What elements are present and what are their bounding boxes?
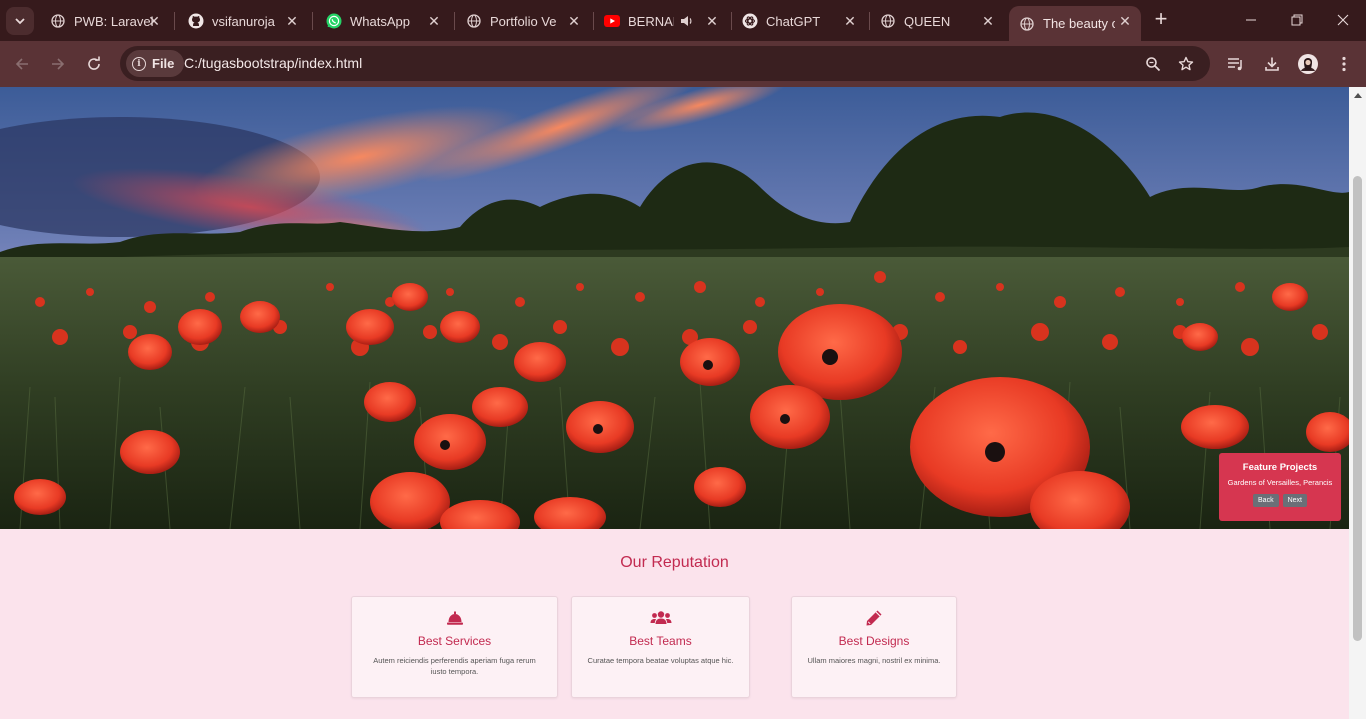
poppy-field-photo (0, 87, 1349, 529)
url-text[interactable]: C:/tugasbootstrap/index.html (184, 55, 362, 71)
feature-buttons: Back Next (1219, 494, 1341, 507)
card-text: Ullam maiores magni, nostril ex minima. (807, 656, 941, 665)
card-title: Best Designs (838, 634, 910, 648)
tab-pwb-laravel[interactable]: PWB: Laravel ✕ (40, 6, 170, 36)
tab-chatgpt[interactable]: ChatGPT ✕ (732, 6, 866, 36)
bookmark-star-icon[interactable] (1176, 54, 1196, 74)
card-best-teams: Best Teams Curatae tempora beatae volupt… (571, 596, 750, 698)
feature-title: Feature Projects (1242, 462, 1318, 473)
card-title: Best Teams (629, 634, 692, 648)
tab-title: QUEEN (904, 13, 951, 29)
page-scrollbar[interactable] (1349, 87, 1366, 719)
close-icon[interactable]: ✕ (284, 13, 300, 29)
globe-icon (50, 13, 66, 29)
address-bar[interactable]: i File C:/tugasbootstrap/index.html (120, 46, 1210, 81)
tab-separator (312, 12, 313, 30)
browser-toolbar: i File C:/tugasbootstrap/index.html (0, 41, 1366, 87)
tab-separator (454, 12, 455, 30)
scroll-thumb[interactable] (1353, 176, 1362, 641)
tab-strip: PWB: Laravel ✕ vsifanuroja ✕ WhatsApp ✕ … (0, 0, 1366, 41)
arrow-right-icon (52, 58, 65, 70)
restore-button[interactable] (1274, 0, 1320, 40)
download-icon[interactable] (1261, 53, 1283, 75)
close-icon[interactable]: ✕ (426, 13, 442, 29)
site-info-chip[interactable]: i File (126, 50, 185, 77)
chevron-down-icon (15, 18, 25, 25)
media-control-icon[interactable] (1225, 53, 1247, 75)
card-best-services: Best Services Autem reiciendis perferend… (351, 596, 558, 698)
feature-subtitle: Gardens of Versailles, Perancis (1227, 478, 1333, 487)
globe-icon (466, 13, 482, 29)
card-best-designs: Best Designs Ullam maiores magni, nostri… (791, 596, 957, 698)
close-icon[interactable]: ✕ (842, 13, 858, 29)
tab-whatsapp[interactable]: WhatsApp ✕ (316, 6, 450, 36)
tab-title: BERNAD (628, 13, 674, 29)
chatgpt-icon (742, 13, 758, 29)
info-icon: i (132, 56, 146, 71)
new-tab-button[interactable]: + (1150, 8, 1172, 32)
pencil-icon (866, 610, 882, 626)
caret-up-icon (1353, 93, 1362, 98)
page-viewport: Feature Projects Gardens of Versailles, … (0, 87, 1349, 719)
tab-search-button[interactable] (6, 7, 34, 35)
chip-label: File (152, 56, 175, 71)
scroll-up-button[interactable] (1349, 87, 1366, 103)
close-icon[interactable]: ✕ (1117, 13, 1133, 29)
tab-title: The beauty o (1043, 16, 1115, 31)
next-button[interactable]: Next (1282, 494, 1307, 507)
reload-icon (88, 56, 100, 70)
zoom-icon[interactable] (1143, 54, 1163, 74)
tab-queen[interactable]: QUEEN ✕ (870, 6, 1004, 36)
card-text: Autem reiciendis perferendis aperiam fug… (373, 656, 536, 676)
back-button[interactable]: Back (1253, 494, 1279, 507)
tab-title: Portfolio Ver (490, 13, 556, 29)
whatsapp-icon (326, 13, 342, 29)
forward-button[interactable] (44, 50, 72, 78)
github-icon (188, 13, 204, 29)
close-icon[interactable]: ✕ (704, 13, 720, 29)
close-icon[interactable]: ✕ (566, 13, 582, 29)
card-title: Best Services (417, 634, 492, 648)
minimize-icon (1246, 19, 1256, 21)
close-icon (1337, 14, 1349, 26)
arrow-left-icon (15, 58, 28, 70)
feature-projects-card: Feature Projects Gardens of Versailles, … (1219, 453, 1341, 521)
globe-icon (1019, 16, 1035, 32)
tab-active-page[interactable]: The beauty o ✕ (1009, 6, 1141, 41)
speaker-icon[interactable] (680, 14, 694, 31)
hero-image (0, 87, 1349, 529)
reload-button[interactable] (80, 50, 108, 78)
tab-youtube[interactable]: BERNAD ✕ (594, 6, 728, 36)
back-button[interactable] (8, 50, 36, 78)
tab-github[interactable]: vsifanuroja ✕ (178, 6, 308, 36)
youtube-icon (604, 13, 620, 29)
card-text: Curatae tempora beatae voluptas atque hi… (587, 656, 734, 665)
users-icon (650, 611, 671, 624)
close-icon[interactable]: ✕ (146, 13, 162, 29)
globe-icon (880, 13, 896, 29)
tab-portfolio[interactable]: Portfolio Ver ✕ (456, 6, 590, 36)
avatar[interactable] (1297, 53, 1319, 75)
section-title: Our Reputation (620, 554, 729, 571)
restore-icon (1291, 14, 1303, 26)
tab-separator (174, 12, 175, 30)
concierge-bell-icon (446, 611, 463, 625)
tab-title: WhatsApp (350, 13, 410, 29)
tab-title: ChatGPT (766, 13, 821, 29)
minimize-button[interactable] (1228, 0, 1274, 40)
close-icon[interactable]: ✕ (980, 13, 996, 29)
close-window-button[interactable] (1320, 0, 1366, 40)
more-menu-icon[interactable] (1333, 53, 1355, 75)
